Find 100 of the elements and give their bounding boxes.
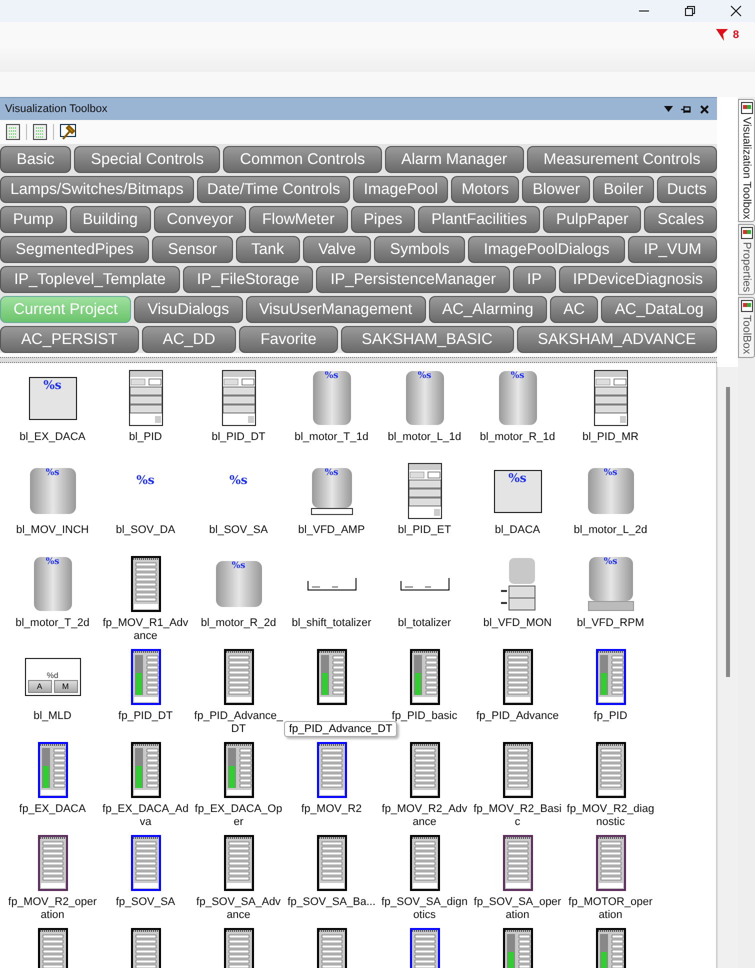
faceplate-preview[interactable] bbox=[224, 835, 254, 891]
category-tab[interactable]: Tank bbox=[236, 236, 300, 263]
category-tab[interactable]: Measurement Controls bbox=[526, 146, 717, 173]
category-tab[interactable]: Lamps/Switches/Bitmaps bbox=[0, 176, 194, 203]
scrollbar-thumb[interactable] bbox=[726, 387, 730, 677]
scrollbar[interactable] bbox=[717, 367, 738, 968]
category-tab[interactable]: IP bbox=[512, 266, 556, 293]
category-tab[interactable]: Motors bbox=[451, 176, 520, 203]
category-tab[interactable]: SegmentedPipes bbox=[0, 236, 150, 263]
faceplate-preview[interactable] bbox=[410, 928, 440, 968]
faceplate-preview[interactable] bbox=[130, 742, 160, 798]
category-tab[interactable]: ImagePool bbox=[353, 176, 448, 203]
faceplate-preview[interactable] bbox=[316, 742, 346, 798]
category-tab[interactable]: Sensor bbox=[152, 236, 233, 263]
category-tab[interactable]: Ducts bbox=[656, 176, 717, 203]
totalizer-preview[interactable] bbox=[306, 577, 356, 591]
category-tab[interactable]: VisuUserManagement bbox=[246, 296, 426, 323]
faceplate-preview[interactable] bbox=[410, 835, 440, 891]
category-tab[interactable]: IP_VUM bbox=[628, 236, 718, 263]
category-tab[interactable]: Conveyor bbox=[154, 206, 246, 233]
totalizer-preview[interactable] bbox=[400, 577, 450, 591]
category-tab[interactable]: Common Controls bbox=[223, 146, 382, 173]
format-text[interactable]: %s bbox=[136, 473, 155, 487]
faceplate-preview[interactable] bbox=[596, 649, 626, 705]
faceplate-preview[interactable] bbox=[224, 928, 254, 968]
vfd-monitor-preview[interactable] bbox=[500, 557, 536, 611]
category-tab[interactable]: Symbols bbox=[374, 236, 466, 263]
faceplate-preview[interactable] bbox=[38, 928, 68, 968]
motor-preview[interactable]: %s bbox=[498, 371, 536, 425]
restore-icon[interactable] bbox=[684, 5, 696, 17]
category-tab[interactable]: VisuDialogs bbox=[134, 296, 243, 323]
side-tab[interactable]: Visualization Toolbox bbox=[738, 99, 755, 222]
faceplate-preview[interactable] bbox=[130, 928, 160, 968]
category-tab[interactable]: Scales bbox=[644, 206, 718, 233]
category-tab[interactable]: IP_FileStorage bbox=[182, 266, 314, 293]
faceplate-preview[interactable] bbox=[316, 835, 346, 891]
faceplate-preview[interactable] bbox=[410, 649, 440, 705]
category-tab[interactable]: Pump bbox=[0, 206, 67, 233]
motor-preview[interactable]: %s bbox=[34, 557, 72, 611]
faceplate-preview[interactable] bbox=[596, 928, 626, 968]
faceplate-preview[interactable] bbox=[130, 835, 160, 891]
category-tab[interactable]: Alarm Manager bbox=[384, 146, 524, 173]
text-box-preview[interactable]: %s bbox=[494, 470, 542, 512]
category-tab[interactable]: Date/Time Controls bbox=[196, 176, 350, 203]
motor-preview[interactable]: %s bbox=[30, 468, 76, 514]
format-text[interactable]: %s bbox=[229, 473, 248, 487]
side-tab[interactable]: ToolBox bbox=[738, 297, 755, 358]
faceplate-preview[interactable] bbox=[38, 742, 68, 798]
category-tab[interactable]: Blower bbox=[522, 176, 590, 203]
category-tab[interactable]: Basic bbox=[0, 146, 72, 173]
category-tab[interactable]: SAKSHAM_ADVANCE bbox=[516, 326, 718, 353]
category-tab[interactable]: AC bbox=[550, 296, 598, 323]
motor-preview[interactable]: %s bbox=[216, 561, 262, 607]
category-tab[interactable]: Building bbox=[70, 206, 151, 233]
category-tab[interactable]: SAKSHAM_BASIC bbox=[340, 326, 514, 353]
faceplate-preview[interactable] bbox=[502, 835, 532, 891]
category-tab[interactable]: Pipes bbox=[350, 206, 416, 233]
faceplate-preview[interactable] bbox=[410, 742, 440, 798]
category-tab[interactable]: AC_Alarming bbox=[428, 296, 547, 323]
category-tab[interactable]: IP_Toplevel_Template bbox=[0, 266, 180, 293]
category-tab[interactable]: PulpPaper bbox=[543, 206, 642, 233]
faceplate-preview[interactable] bbox=[502, 928, 532, 968]
pid-table-preview[interactable] bbox=[222, 370, 256, 426]
category-tab[interactable]: AC_PERSIST bbox=[0, 326, 139, 353]
close-icon[interactable] bbox=[730, 5, 742, 17]
mld-preview[interactable]: %d A M bbox=[24, 658, 80, 696]
pid-table-preview[interactable] bbox=[594, 370, 628, 426]
dropdown-icon[interactable] bbox=[664, 106, 673, 112]
text-box-preview[interactable]: %s bbox=[28, 376, 76, 420]
faceplate-preview[interactable] bbox=[224, 649, 254, 705]
category-tab[interactable]: Special Controls bbox=[74, 146, 220, 173]
faceplate-preview[interactable] bbox=[596, 742, 626, 798]
category-tab[interactable]: Valve bbox=[302, 236, 372, 263]
pid-table-preview[interactable] bbox=[408, 463, 442, 519]
faceplate-preview[interactable] bbox=[316, 928, 346, 968]
faceplate-preview[interactable] bbox=[502, 742, 532, 798]
motor-preview[interactable]: %s bbox=[588, 468, 634, 514]
faceplate-preview[interactable] bbox=[596, 835, 626, 891]
flag-icon[interactable] bbox=[714, 28, 729, 42]
faceplate-preview[interactable] bbox=[502, 649, 532, 705]
motor-preview[interactable]: %s bbox=[406, 371, 444, 425]
motor-preview[interactable]: %s bbox=[312, 371, 350, 425]
close-icon[interactable] bbox=[700, 104, 709, 114]
category-tab[interactable]: AC_DD bbox=[142, 326, 236, 353]
category-tab[interactable]: FlowMeter bbox=[249, 206, 348, 233]
faceplate-preview[interactable] bbox=[38, 835, 68, 891]
category-tab[interactable]: Boiler bbox=[593, 176, 654, 203]
category-tab[interactable]: ImagePoolDialogs bbox=[468, 236, 626, 263]
faceplate-preview[interactable] bbox=[224, 742, 254, 798]
category-tab[interactable]: IP_PersistenceManager bbox=[316, 266, 510, 293]
pin-icon[interactable] bbox=[681, 104, 692, 114]
side-tab[interactable]: Properties bbox=[738, 224, 755, 296]
pid-table-preview[interactable] bbox=[128, 370, 162, 426]
category-tab[interactable]: PlantFacilities bbox=[418, 206, 540, 233]
grid-sheet-icon[interactable] bbox=[6, 124, 20, 140]
category-tab[interactable]: Favorite bbox=[239, 326, 338, 353]
faceplate-preview[interactable] bbox=[130, 556, 160, 612]
category-tab[interactable]: IPDeviceDiagnosis bbox=[558, 266, 717, 293]
grid-sheet-icon[interactable] bbox=[33, 124, 47, 140]
hammer-window-icon[interactable] bbox=[60, 124, 76, 140]
